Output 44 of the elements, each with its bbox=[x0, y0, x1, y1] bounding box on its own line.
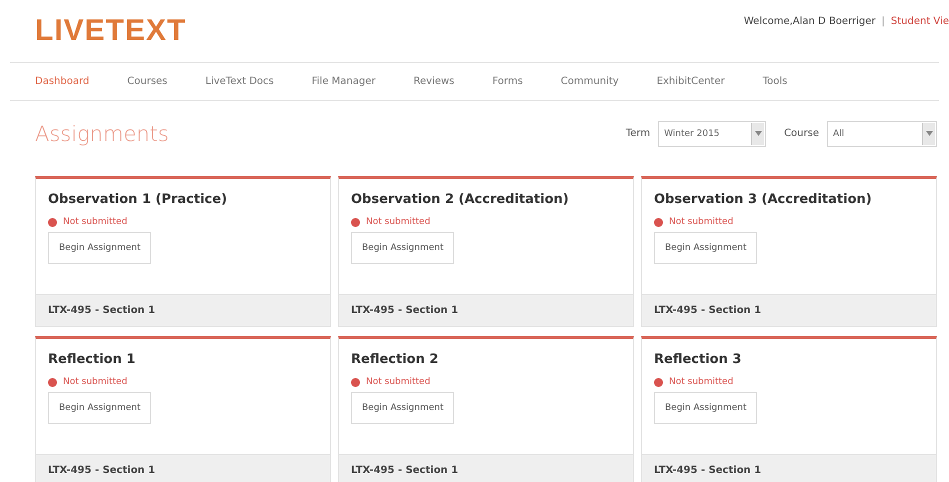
logo[interactable]: LIVETEXT bbox=[35, 14, 186, 48]
assignment-title[interactable]: Reflection 3 bbox=[642, 339, 936, 367]
select-field[interactable]: Winter 2015 bbox=[658, 120, 766, 146]
page-title: Assignments bbox=[35, 122, 169, 146]
nav-tab[interactable]: File Manager bbox=[312, 76, 376, 87]
begin-assignment-button[interactable]: Begin Assignment bbox=[351, 232, 454, 264]
nav-tab[interactable]: Reviews bbox=[414, 76, 454, 87]
begin-assignment-button[interactable]: Begin Assignment bbox=[654, 232, 758, 264]
status-text: Not submitted bbox=[366, 377, 430, 387]
status-text: Not submitted bbox=[669, 377, 734, 387]
separator: | bbox=[882, 16, 885, 27]
status-text: Not submitted bbox=[669, 217, 734, 227]
nav-tab[interactable]: Community bbox=[560, 76, 619, 87]
begin-assignment-button[interactable]: Begin Assignment bbox=[48, 232, 152, 264]
filter-label: Term bbox=[626, 128, 650, 139]
section-label: LTX-495 - Section 1 bbox=[642, 454, 936, 482]
nav-tab[interactable]: Tools bbox=[762, 76, 788, 87]
begin-assignment-button[interactable]: Begin Assignment bbox=[351, 392, 454, 424]
section-label: LTX-495 - Section 1 bbox=[642, 294, 936, 326]
assignment-title[interactable]: Observation 3 (Accreditation) bbox=[642, 179, 936, 207]
student-view-link[interactable]: Student Vie bbox=[890, 16, 949, 27]
filter-label: Course bbox=[784, 128, 819, 139]
nav-tab[interactable]: Forms bbox=[492, 76, 523, 87]
section-label: LTX-495 - Section 1 bbox=[36, 294, 330, 326]
status-text: Not submitted bbox=[366, 217, 430, 227]
section-label: LTX-495 - Section 1 bbox=[339, 294, 633, 326]
assignment-title[interactable]: Reflection 1 bbox=[36, 339, 330, 367]
caret-icon[interactable] bbox=[922, 122, 935, 144]
select-field[interactable]: All bbox=[827, 120, 937, 146]
section-label: LTX-495 - Section 1 bbox=[36, 454, 330, 482]
assignment-title[interactable]: Observation 1 (Practice) bbox=[36, 179, 330, 207]
nav-tab[interactable]: LiveText Docs bbox=[205, 76, 274, 87]
welcome-text: Welcome,Alan D Boerriger bbox=[744, 16, 876, 27]
assignment-title[interactable]: Reflection 2 bbox=[339, 339, 633, 367]
caret-icon[interactable] bbox=[751, 122, 764, 144]
assignment-title[interactable]: Observation 2 (Accreditation) bbox=[339, 179, 633, 207]
status-text: Not submitted bbox=[63, 377, 128, 387]
begin-assignment-button[interactable]: Begin Assignment bbox=[48, 392, 152, 424]
status-text: Not submitted bbox=[63, 217, 128, 227]
section-label: LTX-495 - Section 1 bbox=[339, 454, 633, 482]
begin-assignment-button[interactable]: Begin Assignment bbox=[654, 392, 758, 424]
nav-tab[interactable]: Dashboard bbox=[35, 76, 90, 87]
nav-tab[interactable]: ExhibitCenter bbox=[656, 76, 725, 87]
nav-tab[interactable]: Courses bbox=[127, 76, 168, 87]
